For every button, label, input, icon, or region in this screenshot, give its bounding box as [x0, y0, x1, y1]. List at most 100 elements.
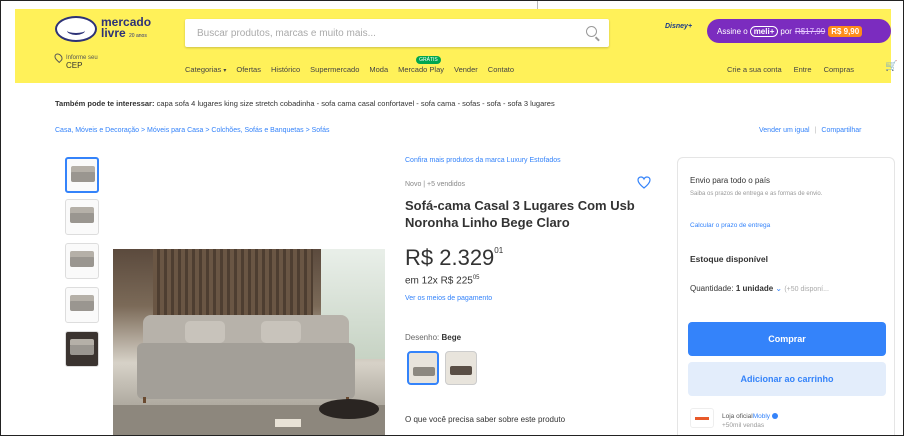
product-card: Confira mais produtos da marca Luxury Es… — [55, 145, 897, 435]
store-info[interactable]: Loja oficialMobly +50mil vendas — [722, 412, 778, 430]
promo-prefix: Assine o — [717, 26, 748, 36]
breadcrumb[interactable]: Casa, Móveis e Decoração > Móveis para C… — [55, 127, 330, 134]
quantity-label: Quantidade: — [690, 284, 734, 293]
nav-categories-label: Categorias — [185, 65, 222, 74]
sofa-thumb-graphic — [70, 295, 94, 311]
main-nav: Categorias ▾ Ofertas Histórico Supermerc… — [185, 56, 514, 74]
installments-cents: 05 — [472, 275, 480, 281]
promo-brand: meli+ — [749, 25, 779, 37]
logo-tag: 20 anos — [129, 32, 147, 39]
design-label-text: Desenho: — [405, 333, 440, 342]
image-side-table — [319, 399, 379, 419]
thumbnail-5[interactable] — [65, 331, 99, 367]
price-main: R$ 2.329 — [405, 245, 495, 270]
product-title: Sofá-cama Casal 3 Lugares Com Usb Noronh… — [405, 198, 635, 230]
location-cep: CEP — [66, 61, 83, 71]
image-book — [275, 419, 301, 427]
image-sofa-legs — [143, 397, 349, 403]
handshake-icon — [55, 16, 97, 42]
thumbnail-1[interactable] — [65, 157, 99, 193]
chevron-down-icon: ⌄ — [775, 284, 783, 293]
search-input[interactable] — [185, 19, 575, 47]
store-logo[interactable] — [690, 408, 714, 428]
site-header: mercado livre 20 anos Disney+ Assine o m… — [15, 9, 897, 83]
nav-supermarket[interactable]: Supermercado — [310, 65, 359, 74]
divider: | — [814, 127, 817, 134]
nav-categories[interactable]: Categorias ▾ — [185, 65, 226, 74]
sell-same-link[interactable]: Vender um igual — [759, 127, 810, 134]
location-selector[interactable]: Informe seu CEP — [52, 51, 98, 71]
buy-button[interactable]: Comprar — [688, 322, 886, 356]
mercado-livre-logo[interactable]: mercado livre 20 anos — [55, 14, 151, 44]
nav-history[interactable]: Histórico — [271, 65, 300, 74]
location-pin-icon — [52, 51, 65, 64]
product-price: R$ 2.32901 — [405, 245, 503, 271]
variant-sofa-graphic — [450, 366, 472, 375]
mercado-play-badge: GRÁTIS — [416, 56, 441, 64]
chevron-down-icon: ▾ — [223, 68, 227, 74]
add-to-cart-button[interactable]: Adicionar ao carrinho — [688, 362, 886, 396]
image-sofa-seat — [137, 343, 355, 399]
sofa-thumb-graphic — [70, 207, 94, 223]
variant-beige[interactable] — [407, 351, 439, 385]
nav-contact[interactable]: Contato — [488, 65, 514, 74]
brand-link[interactable]: Confira mais produtos da marca Luxury Es… — [405, 157, 561, 164]
store-official-label: Loja oficial — [722, 413, 753, 420]
variant-dark[interactable] — [445, 351, 477, 385]
store-sales: +50mil vendas — [722, 422, 765, 429]
product-condition: Novo | +5 vendidos — [405, 181, 465, 188]
nav-fashion[interactable]: Moda — [369, 65, 388, 74]
heart-icon[interactable] — [637, 176, 651, 189]
nav-mercado-play-label: Mercado Play — [398, 65, 444, 74]
price-cents: 01 — [494, 246, 504, 255]
account-nav: Crie a sua conta Entre Compras — [727, 65, 854, 74]
payment-methods-link[interactable]: Ver os meios de pagamento — [405, 295, 492, 302]
promo-old-price: R$17,99 — [794, 26, 826, 36]
shipping-title: Envio para todo o país — [690, 176, 771, 185]
design-value: Bege — [441, 333, 462, 342]
quantity-selector[interactable]: Quantidade: 1 unidade ⌄ (+50 disponí... — [690, 284, 829, 293]
logo-line2: livre — [101, 25, 126, 40]
related-links[interactable]: capa sofa 4 lugares king size stretch co… — [157, 99, 555, 108]
thumbnail-3[interactable] — [65, 243, 99, 279]
separator — [537, 1, 538, 9]
product-info-title: O que você precisa saber sobre este prod… — [405, 415, 566, 424]
shipping-description: Saiba os prazos de entrega e as formas d… — [690, 191, 823, 197]
promo-middle: por — [780, 26, 792, 36]
thumbnail-2[interactable] — [65, 199, 99, 235]
meli-plus-promo[interactable]: Assine o meli+ por R$17,99 R$ 9,90 — [707, 19, 891, 43]
image-pillow — [261, 321, 301, 343]
nav-sell[interactable]: Vender — [454, 65, 478, 74]
thumbnail-4[interactable] — [65, 287, 99, 323]
stock-status: Estoque disponível — [690, 254, 768, 264]
create-account-link[interactable]: Crie a sua conta — [727, 65, 782, 74]
product-main-image[interactable] — [113, 249, 385, 435]
quantity-available: (+50 disponí... — [784, 286, 829, 293]
disney-plus-logo: Disney+ — [665, 23, 693, 30]
search-icon[interactable] — [586, 26, 597, 37]
verified-badge-icon — [771, 413, 778, 420]
login-link[interactable]: Entre — [794, 65, 812, 74]
logo-text: mercado livre 20 anos — [101, 16, 151, 42]
calculate-shipping-link[interactable]: Calcular o prazo de entrega — [690, 222, 770, 229]
image-pillow — [185, 321, 225, 343]
related-label: Também pode te interessar: — [55, 99, 155, 108]
quantity-value: 1 unidade — [735, 284, 774, 293]
design-label: Desenho: Bege — [405, 333, 461, 342]
share-link[interactable]: Compartilhar — [821, 127, 861, 134]
nav-offers[interactable]: Ofertas — [236, 65, 261, 74]
page-actions: Vender um igual | Compartilhar — [759, 127, 862, 134]
sofa-thumb-graphic — [70, 251, 94, 267]
buy-box: Envio para todo o país Saiba os prazos d… — [677, 157, 895, 435]
purchases-link[interactable]: Compras — [824, 65, 854, 74]
sofa-thumb-graphic — [70, 339, 94, 355]
cart-icon[interactable]: 🛒 — [885, 61, 897, 72]
promo-new-price: R$ 9,90 — [828, 25, 863, 37]
search-bar — [185, 19, 609, 47]
nav-mercado-play[interactable]: GRÁTIS Mercado Play — [398, 56, 444, 74]
related-searches: Também pode te interessar: capa sofa 4 l… — [55, 99, 555, 108]
sofa-thumb-graphic — [71, 166, 95, 182]
browser-frame: mercado livre 20 anos Disney+ Assine o m… — [0, 0, 904, 436]
store-brand: Mobly — [752, 413, 771, 420]
installments-value: em 12x R$ 225 — [405, 275, 473, 287]
